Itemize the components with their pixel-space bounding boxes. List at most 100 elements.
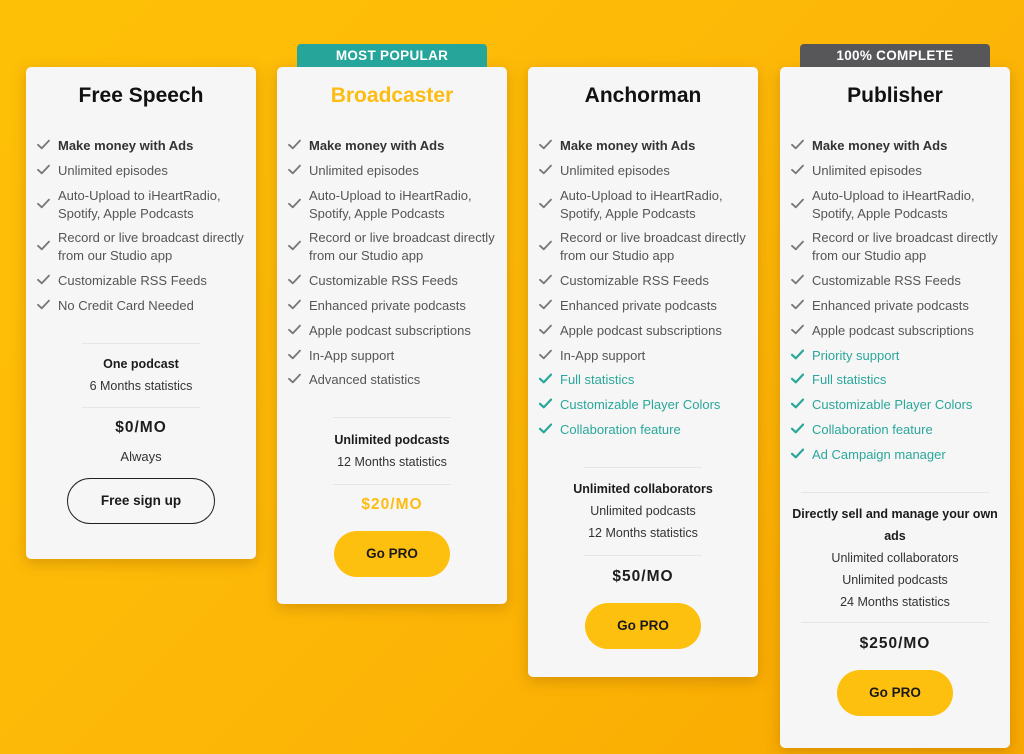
- divider: [333, 484, 451, 486]
- divider: [584, 554, 702, 556]
- feature-item: Make money with Ads: [791, 137, 1000, 155]
- feature-text: Ad Campaign manager: [812, 446, 946, 462]
- plan-price: $50/MO: [612, 567, 674, 585]
- plan-title: Publisher: [847, 84, 943, 107]
- feature-item: Full statistics: [791, 371, 1000, 389]
- check-icon: [288, 139, 309, 153]
- feature-item: Record or live broadcast directly from o…: [539, 229, 748, 265]
- plan-card-free-speech: Free Speech Make money with Ads Unlimited…: [26, 67, 256, 559]
- feature-text: Make money with Ads: [309, 138, 445, 153]
- feature-item: In-App support: [288, 347, 497, 365]
- check-icon: [288, 274, 309, 288]
- check-icon: [539, 349, 560, 363]
- feature-item: Make money with Ads: [288, 137, 497, 155]
- check-icon: [791, 139, 812, 153]
- check-icon: [37, 139, 58, 153]
- check-icon: [791, 240, 812, 254]
- feature-text: In-App support: [560, 347, 646, 363]
- summary-sub: Unlimited collaborators: [831, 550, 959, 565]
- feature-text: Customizable RSS Feeds: [309, 273, 458, 289]
- check-icon: [791, 373, 812, 387]
- feature-item: Ad Campaign manager: [791, 446, 1000, 464]
- feature-text: Collaboration feature: [560, 421, 681, 437]
- check-icon: [539, 139, 560, 153]
- check-icon: [791, 398, 812, 412]
- feature-item: Collaboration feature: [791, 421, 1000, 439]
- plan-card-broadcaster: MOST POPULAR Broadcaster Make money with…: [277, 44, 507, 604]
- feature-item: Enhanced private podcasts: [791, 297, 1000, 315]
- check-icon: [539, 198, 560, 212]
- feature-text: Full statistics: [812, 372, 887, 388]
- feature-text: No Credit Card Needed: [58, 297, 194, 313]
- feature-text: Auto-Upload to iHeartRadio, Spotify, App…: [58, 187, 221, 221]
- check-icon: [539, 274, 560, 288]
- feature-text: Record or live broadcast directly from o…: [58, 230, 244, 264]
- feature-text: Make money with Ads: [560, 138, 696, 153]
- feature-text: Unlimited episodes: [58, 162, 168, 178]
- go-pro-button[interactable]: Go PRO: [585, 602, 701, 649]
- feature-text: Auto-Upload to iHeartRadio, Spotify, App…: [309, 187, 472, 221]
- summary-main: Directly sell and manage your own ads: [792, 506, 998, 543]
- feature-item: No Credit Card Needed: [37, 297, 246, 315]
- check-icon: [791, 448, 812, 462]
- feature-list: Make money with Ads Unlimited episodes Aut…: [780, 137, 1010, 464]
- feature-item: Unlimited episodes: [539, 162, 748, 180]
- check-icon: [539, 240, 560, 254]
- feature-text: Unlimited episodes: [309, 162, 419, 178]
- plan-summary: Directly sell and manage your own ads Un…: [780, 493, 1010, 622]
- feature-text: Record or live broadcast directly from o…: [309, 230, 495, 264]
- summary-sub: 6 Months statistics: [89, 378, 193, 393]
- feature-item: Apple podcast subscriptions: [539, 322, 748, 340]
- complete-ribbon: 100% COMPLETE: [800, 44, 990, 67]
- feature-text: Apple podcast subscriptions: [812, 322, 974, 338]
- feature-item: Unlimited episodes: [791, 162, 1000, 180]
- check-icon: [539, 398, 560, 412]
- feature-item: Auto-Upload to iHeartRadio, Spotify, App…: [37, 187, 246, 223]
- plan-title: Broadcaster: [330, 84, 454, 107]
- feature-item: Advanced statistics: [288, 371, 497, 389]
- check-icon: [539, 423, 560, 437]
- check-icon: [37, 198, 58, 212]
- plan-summary: One podcast 6 Months statistics: [26, 344, 256, 407]
- summary-sub: 24 Months statistics: [840, 594, 950, 609]
- summary-main: Unlimited collaborators: [573, 481, 713, 496]
- check-icon: [37, 164, 58, 178]
- feature-item: Enhanced private podcasts: [288, 297, 497, 315]
- free-sign-up-button[interactable]: Free sign up: [67, 477, 215, 524]
- feature-list: Make money with Ads Unlimited episodes Aut…: [528, 137, 758, 439]
- feature-text: Make money with Ads: [812, 138, 948, 153]
- feature-text: Enhanced private podcasts: [309, 297, 466, 313]
- check-icon: [791, 423, 812, 437]
- feature-text: Customizable RSS Feeds: [560, 273, 709, 289]
- summary-sub: 12 Months statistics: [337, 455, 447, 470]
- summary-main: One podcast: [103, 356, 179, 371]
- feature-text: Apple podcast subscriptions: [309, 322, 471, 338]
- check-icon: [539, 164, 560, 178]
- feature-item: Auto-Upload to iHeartRadio, Spotify, App…: [539, 187, 748, 223]
- go-pro-button[interactable]: Go PRO: [837, 669, 953, 716]
- summary-sub: Unlimited podcasts: [590, 503, 696, 518]
- feature-item: Priority support: [791, 347, 1000, 365]
- plan-title: Free Speech: [78, 84, 204, 107]
- feature-text: Enhanced private podcasts: [560, 297, 717, 313]
- check-icon: [288, 299, 309, 313]
- feature-text: Customizable RSS Feeds: [812, 273, 961, 289]
- price-note: Always: [120, 448, 162, 464]
- go-pro-button[interactable]: Go PRO: [334, 531, 450, 578]
- feature-item: Unlimited episodes: [37, 162, 246, 180]
- check-icon: [791, 274, 812, 288]
- plan-summary: Unlimited collaborators Unlimited podcas…: [528, 468, 758, 555]
- feature-item: Customizable RSS Feeds: [539, 272, 748, 290]
- feature-text: Full statistics: [560, 372, 635, 388]
- feature-item: Collaboration feature: [539, 421, 748, 439]
- divider: [801, 621, 989, 623]
- check-icon: [791, 164, 812, 178]
- feature-text: Collaboration feature: [812, 421, 933, 437]
- summary-sub: 12 Months statistics: [588, 525, 698, 540]
- check-icon: [288, 198, 309, 212]
- feature-text: Record or live broadcast directly from o…: [812, 230, 998, 264]
- feature-item: Customizable RSS Feeds: [37, 272, 246, 290]
- feature-text: Unlimited episodes: [560, 162, 670, 178]
- feature-item: Record or live broadcast directly from o…: [791, 229, 1000, 265]
- check-icon: [288, 349, 309, 363]
